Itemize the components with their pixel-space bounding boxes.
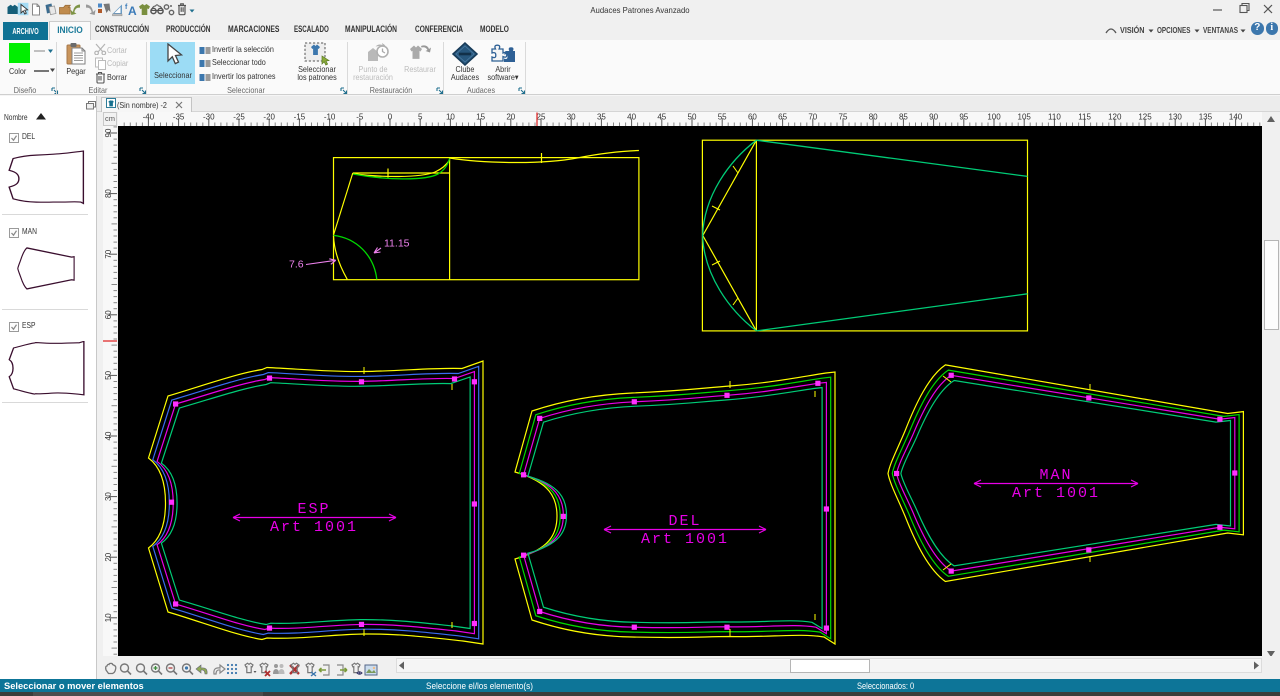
svg-text:-25: -25 <box>233 113 245 122</box>
svg-text:40: 40 <box>104 431 113 440</box>
svg-text:60: 60 <box>748 113 757 122</box>
svg-text:120: 120 <box>1108 113 1122 122</box>
svg-text:90: 90 <box>929 113 938 122</box>
svg-text:0: 0 <box>388 113 393 122</box>
svg-text:45: 45 <box>657 113 666 122</box>
svg-text:90: 90 <box>104 128 113 137</box>
svg-text:70: 70 <box>808 113 817 122</box>
svg-text:ESP: ESP <box>297 501 330 518</box>
svg-text:5: 5 <box>418 113 423 122</box>
svg-text:A: A <box>128 4 137 18</box>
svg-text:65: 65 <box>778 113 787 122</box>
svg-text:DEL: DEL <box>668 513 701 530</box>
svg-text:Art 1001: Art 1001 <box>1012 485 1100 502</box>
svg-text:-15: -15 <box>294 113 306 122</box>
svg-text:40: 40 <box>627 113 636 122</box>
svg-text:80: 80 <box>869 113 878 122</box>
svg-text:135: 135 <box>1199 113 1213 122</box>
svg-text:30: 30 <box>567 113 576 122</box>
svg-text:110: 110 <box>1048 113 1061 122</box>
svg-text:Art 1001: Art 1001 <box>270 519 358 536</box>
svg-text:95: 95 <box>959 113 968 122</box>
svg-text:Art 1001: Art 1001 <box>641 531 729 548</box>
svg-text:75: 75 <box>839 113 848 122</box>
svg-text:10: 10 <box>104 613 113 622</box>
svg-text:25: 25 <box>537 113 546 122</box>
svg-text:125: 125 <box>1138 113 1152 122</box>
svg-text:140: 140 <box>1229 113 1243 122</box>
svg-text:85: 85 <box>899 113 908 122</box>
svg-text:55: 55 <box>718 113 727 122</box>
svg-text:115: 115 <box>1078 113 1091 122</box>
svg-text:50: 50 <box>104 370 113 379</box>
svg-text:7.6: 7.6 <box>289 259 304 271</box>
svg-text:-35: -35 <box>173 113 185 122</box>
svg-text:70: 70 <box>104 249 113 258</box>
svg-text:20: 20 <box>104 552 113 561</box>
svg-text:20: 20 <box>506 113 515 122</box>
svg-text:-10: -10 <box>324 113 336 122</box>
svg-text:10: 10 <box>446 113 455 122</box>
svg-text:60: 60 <box>104 310 113 319</box>
svg-text:-40: -40 <box>143 113 155 122</box>
svg-text:-20: -20 <box>263 113 275 122</box>
svg-text:11.15: 11.15 <box>384 238 410 250</box>
svg-text:100: 100 <box>987 113 1001 122</box>
svg-text:105: 105 <box>1018 113 1032 122</box>
svg-text:-5: -5 <box>356 113 364 122</box>
svg-text:50: 50 <box>688 113 697 122</box>
svg-text:30: 30 <box>104 492 113 501</box>
svg-text:-30: -30 <box>203 113 215 122</box>
svg-text:35: 35 <box>597 113 606 122</box>
svg-text:MAN: MAN <box>1039 467 1072 484</box>
svg-text:130: 130 <box>1169 113 1183 122</box>
svg-text:15: 15 <box>476 113 485 122</box>
svg-text:80: 80 <box>104 189 113 198</box>
